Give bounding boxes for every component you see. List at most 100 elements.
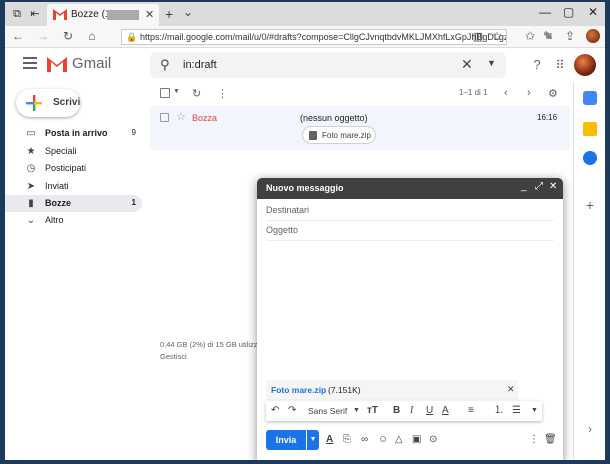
- home-icon[interactable]: ⌂: [85, 29, 99, 43]
- tab-close-icon[interactable]: ✕: [145, 8, 154, 21]
- recipients-field[interactable]: Destinatari: [266, 201, 554, 221]
- sidebar-item-starred[interactable]: ★ Speciali: [5, 143, 142, 160]
- manage-storage-link[interactable]: Gestisci: [160, 352, 187, 361]
- reading-view-icon[interactable]: ▥: [471, 30, 485, 44]
- address-bar-row: ← → ↻ ⌂ 🔒 https://mail.google.com/mail/u…: [5, 26, 605, 48]
- align-icon[interactable]: ≡: [468, 404, 474, 418]
- select-all-checkbox[interactable]: [160, 88, 170, 98]
- redo-icon[interactable]: ↷: [288, 404, 296, 418]
- attach-file-icon[interactable]: ⎘: [343, 434, 351, 446]
- more-options-icon[interactable]: ⋮: [529, 434, 539, 446]
- add-addon-icon[interactable]: +: [583, 198, 597, 212]
- maximize-icon[interactable]: ▢: [563, 5, 574, 19]
- numbered-list-icon[interactable]: ⒈: [494, 404, 504, 418]
- drive-icon[interactable]: △: [395, 434, 403, 446]
- search-bar[interactable]: ⚲ in:draft ✕ ▼: [150, 52, 506, 78]
- compose-plus-icon: [26, 95, 42, 111]
- sidebar-item-more[interactable]: ⌄ Altro: [5, 212, 142, 229]
- title-bar: ⧉ ⇤ Bozze (1) - c ✕ + ⌄ — ▢ ✕: [5, 2, 605, 26]
- more-formatting-icon[interactable]: ▼: [531, 404, 538, 418]
- formatting-options-icon[interactable]: A: [326, 434, 333, 446]
- fullscreen-compose-icon[interactable]: ⤢: [535, 181, 543, 192]
- forward-icon[interactable]: →: [36, 29, 50, 43]
- sidebar-item-label: Altro: [45, 215, 64, 225]
- favorite-star-icon[interactable]: ☆: [490, 29, 504, 43]
- search-icon[interactable]: ⚲: [160, 57, 170, 73]
- undo-icon[interactable]: ↶: [271, 404, 279, 418]
- calendar-icon[interactable]: [583, 91, 597, 105]
- underline-icon[interactable]: U: [426, 404, 433, 418]
- minimize-compose-icon[interactable]: _: [521, 181, 527, 192]
- keep-icon[interactable]: [583, 122, 597, 136]
- apps-grid-icon[interactable]: ⠿: [552, 57, 568, 73]
- subject-field[interactable]: Oggetto: [266, 221, 554, 241]
- bold-icon[interactable]: B: [393, 404, 400, 418]
- attachment-size: (7.151K): [328, 385, 361, 395]
- notes-pen-icon[interactable]: ✎: [541, 29, 555, 43]
- discard-draft-icon[interactable]: 🗑: [544, 434, 557, 446]
- lock-icon: 🔒: [126, 32, 138, 42]
- browser-tab[interactable]: Bozze (1) - c ✕: [47, 4, 159, 26]
- minimize-icon[interactable]: —: [539, 5, 551, 19]
- gmail-favicon-icon: [53, 9, 67, 20]
- window-close-icon[interactable]: ✕: [588, 5, 598, 19]
- main-menu-icon[interactable]: [23, 57, 37, 69]
- clear-search-icon[interactable]: ✕: [461, 56, 473, 73]
- sidebar-item-label: Speciali: [45, 146, 77, 156]
- back-icon[interactable]: ←: [11, 29, 25, 43]
- emoji-icon[interactable]: ☺: [378, 434, 388, 446]
- next-page-icon[interactable]: ›: [527, 87, 531, 99]
- confidential-mode-icon[interactable]: ⊙: [429, 434, 437, 446]
- sidebar-item-inbox[interactable]: ▭ Posta in arrivo 9: [5, 125, 142, 142]
- refresh-icon[interactable]: ↻: [61, 29, 75, 43]
- star-toggle-icon[interactable]: ☆: [176, 110, 186, 123]
- sidebar-item-drafts[interactable]: ▮ Bozze 1: [5, 195, 142, 212]
- more-actions-icon[interactable]: ⋮: [217, 87, 228, 100]
- prev-page-icon[interactable]: ‹: [504, 87, 508, 99]
- sidebar-item-label: Inviati: [45, 181, 69, 191]
- compose-attachment[interactable]: Foto mare.zip (7.151K) ✕: [266, 380, 518, 400]
- text-color-icon[interactable]: A: [442, 404, 449, 418]
- bulleted-list-icon[interactable]: ☰: [512, 404, 521, 418]
- close-compose-icon[interactable]: ✕: [549, 181, 557, 192]
- compose-button[interactable]: Scrivi: [16, 89, 80, 117]
- share-icon[interactable]: ⇪: [563, 29, 577, 43]
- font-size-icon[interactable]: ᴛT: [367, 404, 378, 418]
- tab-list-chevron-icon[interactable]: ⌄: [183, 5, 193, 19]
- insert-link-icon[interactable]: ∞: [361, 434, 368, 446]
- compose-header[interactable]: Nuovo messaggio _ ⤢ ✕: [257, 178, 563, 199]
- remove-attachment-icon[interactable]: ✕: [507, 384, 515, 395]
- row-checkbox[interactable]: [160, 113, 169, 122]
- side-panel: + ›: [573, 82, 605, 460]
- refresh-list-icon[interactable]: ↻: [192, 87, 201, 100]
- set-tabs-aside-icon[interactable]: ⇤: [28, 7, 42, 21]
- send-options-icon[interactable]: ▼: [307, 430, 319, 450]
- account-avatar[interactable]: [574, 54, 596, 76]
- browser-profile-avatar[interactable]: [586, 29, 600, 43]
- font-family-select[interactable]: Sans Serif: [308, 404, 347, 418]
- url-field[interactable]: 🔒 https://mail.google.com/mail/u/0/#draf…: [121, 29, 507, 45]
- italic-icon[interactable]: I: [410, 404, 413, 418]
- sidebar-item-sent[interactable]: ➤ Inviati: [5, 178, 142, 195]
- tasks-icon[interactable]: [583, 151, 597, 165]
- send-button[interactable]: Invia: [266, 430, 306, 450]
- sidebar-item-label: Bozze: [45, 198, 72, 208]
- font-family-dropdown-icon[interactable]: ▼: [353, 404, 360, 418]
- expand-panel-icon[interactable]: ›: [583, 422, 597, 436]
- clock-icon: ◷: [26, 163, 36, 174]
- search-options-icon[interactable]: ▼: [487, 58, 496, 68]
- attachment-name: Foto mare.zip: [271, 385, 327, 395]
- sidebar-item-snoozed[interactable]: ◷ Posticipati: [5, 160, 142, 177]
- compose-label: Scrivi: [53, 97, 81, 108]
- attachment-chip[interactable]: Foto mare.zip: [302, 126, 376, 144]
- compose-title: Nuovo messaggio: [266, 183, 344, 193]
- settings-gear-icon[interactable]: ⚙: [548, 87, 558, 100]
- help-icon[interactable]: ?: [529, 57, 545, 73]
- search-input[interactable]: in:draft: [183, 59, 217, 71]
- tab-actions-icon[interactable]: ⧉: [10, 7, 24, 21]
- new-tab-icon[interactable]: +: [165, 6, 173, 22]
- select-options-icon[interactable]: ▼: [173, 88, 180, 95]
- favorites-icon[interactable]: ✩: [523, 29, 537, 43]
- table-row[interactable]: ☆ Bozza (nessun oggetto) Foto mare.zip 1…: [150, 106, 570, 150]
- insert-photo-icon[interactable]: ▣: [412, 434, 421, 446]
